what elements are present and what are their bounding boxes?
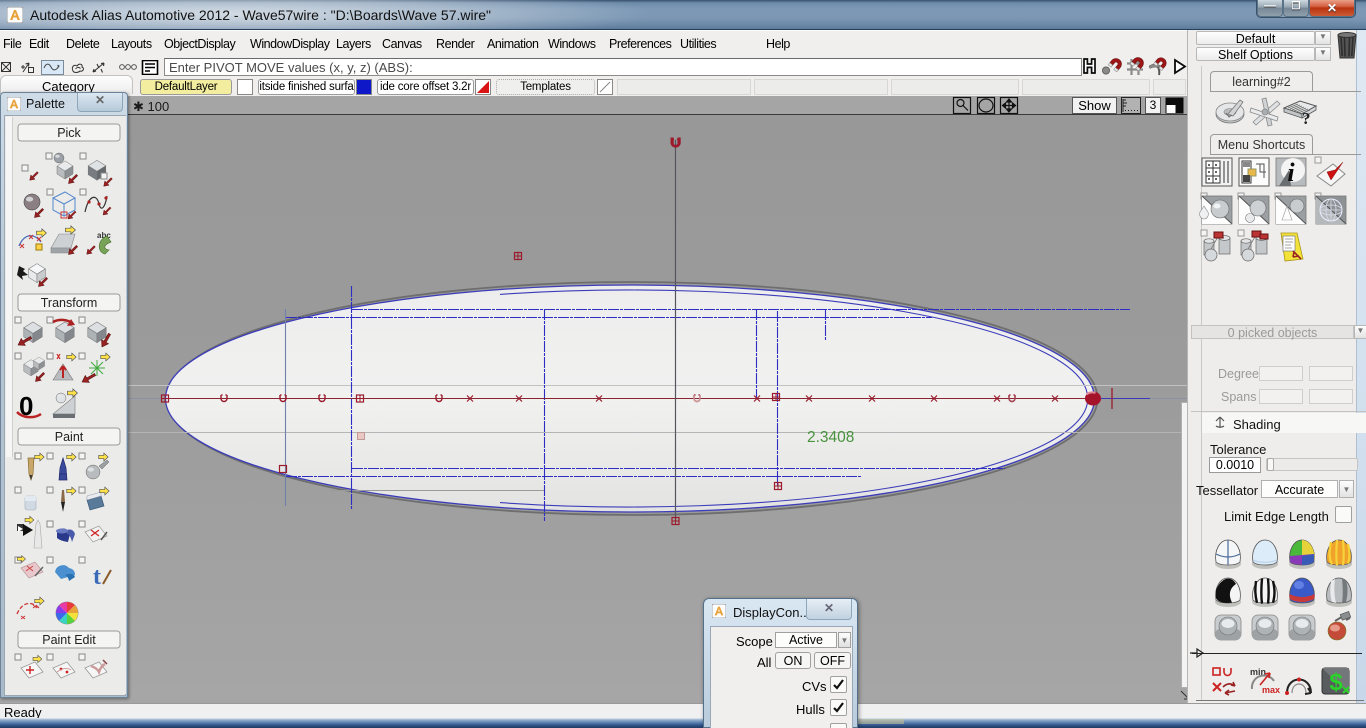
svg-text:Paint: Paint [55,430,84,444]
svg-text:t: t [93,564,101,590]
svg-text:Paint Edit: Paint Edit [42,633,96,647]
svg-text:$: $ [1329,669,1343,696]
svg-text:2.3408: 2.3408 [807,429,854,446]
svg-text:Transform: Transform [41,296,98,310]
svg-text:Pick: Pick [57,126,81,140]
